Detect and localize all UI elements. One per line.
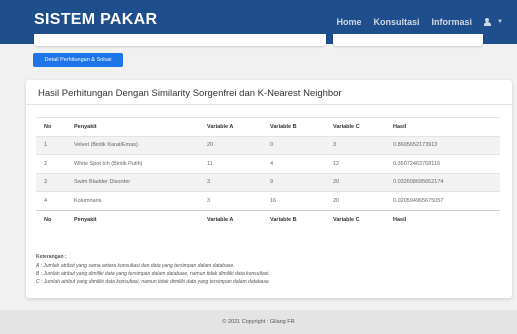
cell-variable-a: 3 bbox=[199, 172, 262, 192]
cell-penyakit: Velvet (Bintik Karat/Emas) bbox=[66, 135, 199, 155]
nav-link-konsultasi[interactable]: Konsultasi bbox=[374, 17, 420, 27]
nav-link-informasi[interactable]: Informasi bbox=[432, 17, 473, 27]
caret-down-icon: ▼ bbox=[497, 19, 503, 25]
detail-perhitungan-button[interactable]: Detail Perhitungan & Solusi bbox=[33, 53, 123, 67]
cell-hasil: 0.8695652173913 bbox=[385, 135, 500, 155]
footer-no: No bbox=[36, 209, 66, 229]
footer-variable-c: Variable C bbox=[325, 209, 385, 229]
note-line-c: C : Jumlah atribut yang dimiliki data ko… bbox=[36, 279, 271, 285]
table-row: 4 Kolumnaris 3 16 20 0.020594965675057 bbox=[36, 191, 500, 210]
page-footer: © 2021 Copyright : Gilang FR bbox=[0, 310, 517, 334]
cell-variable-c: 12 bbox=[325, 154, 385, 173]
nav-link-home[interactable]: Home bbox=[337, 17, 362, 27]
note-line-a: A : Jumlah atribut yang sama antara kons… bbox=[36, 263, 235, 269]
cell-no: 2 bbox=[36, 154, 66, 173]
user-menu[interactable]: ▼ bbox=[484, 18, 503, 26]
header-variable-a: Variable A bbox=[199, 117, 262, 136]
top-card-left bbox=[34, 34, 326, 46]
header-no: No bbox=[36, 117, 66, 136]
results-title: Hasil Perhitungan Dengan Similarity Sorg… bbox=[38, 88, 342, 99]
note-line-b: B : Jumlah atribut yang dimiliki data ya… bbox=[36, 271, 270, 277]
header-variable-b: Variable B bbox=[262, 117, 325, 136]
notes: Keterangan : A : Jumlah atribut yang sam… bbox=[36, 254, 270, 286]
cell-no: 1 bbox=[36, 135, 66, 155]
header-variable-c: Variable C bbox=[325, 117, 385, 136]
footer-hasil: Hasil bbox=[385, 209, 500, 229]
cell-hasil: 0.020594965675057 bbox=[385, 191, 500, 210]
table-header-row: No Penyakit Variable A Variable B Variab… bbox=[36, 117, 500, 136]
cell-variable-c: 20 bbox=[325, 191, 385, 210]
cell-hasil: 0.35072463768116 bbox=[385, 154, 500, 173]
cell-no: 3 bbox=[36, 172, 66, 192]
table-row: 2 White Spot Ich (Bintik Putih) 11 4 12 … bbox=[36, 154, 500, 173]
notes-title: Keterangan : bbox=[36, 254, 67, 260]
copyright-text: © 2021 Copyright : Gilang FR bbox=[222, 319, 295, 325]
header-penyakit: Penyakit bbox=[66, 117, 199, 136]
table-row: 1 Velvet (Bintik Karat/Emas) 20 0 3 0.86… bbox=[36, 135, 500, 155]
table-row: 3 Swim Bladder Disorder 3 9 20 0.0326086… bbox=[36, 172, 500, 192]
cell-variable-b: 0 bbox=[262, 135, 325, 155]
cell-no: 4 bbox=[36, 191, 66, 210]
header-hasil: Hasil bbox=[385, 117, 500, 136]
footer-variable-b: Variable B bbox=[262, 209, 325, 229]
cell-penyakit: White Spot Ich (Bintik Putih) bbox=[66, 154, 199, 173]
cell-penyakit: Kolumnaris bbox=[66, 191, 199, 210]
cell-variable-c: 20 bbox=[325, 172, 385, 192]
table-footer-row: No Penyakit Variable A Variable B Variab… bbox=[36, 209, 500, 229]
user-icon bbox=[484, 18, 494, 26]
footer-penyakit: Penyakit bbox=[66, 209, 199, 229]
results-table: No Penyakit Variable A Variable B Variab… bbox=[36, 117, 500, 229]
footer-variable-a: Variable A bbox=[199, 209, 262, 229]
cell-variable-b: 16 bbox=[262, 191, 325, 210]
cell-hasil: 0.032608695652174 bbox=[385, 172, 500, 192]
cell-variable-a: 20 bbox=[199, 135, 262, 155]
top-card-right bbox=[333, 34, 483, 46]
cell-penyakit: Swim Bladder Disorder bbox=[66, 172, 199, 192]
results-card: Hasil Perhitungan Dengan Similarity Sorg… bbox=[26, 80, 512, 298]
cell-variable-b: 4 bbox=[262, 154, 325, 173]
cell-variable-a: 3 bbox=[199, 191, 262, 210]
cell-variable-b: 9 bbox=[262, 172, 325, 192]
cell-variable-c: 3 bbox=[325, 135, 385, 155]
brand-logo[interactable]: SISTEM PAKAR bbox=[34, 11, 157, 29]
card-divider bbox=[26, 104, 512, 105]
cell-variable-a: 11 bbox=[199, 154, 262, 173]
